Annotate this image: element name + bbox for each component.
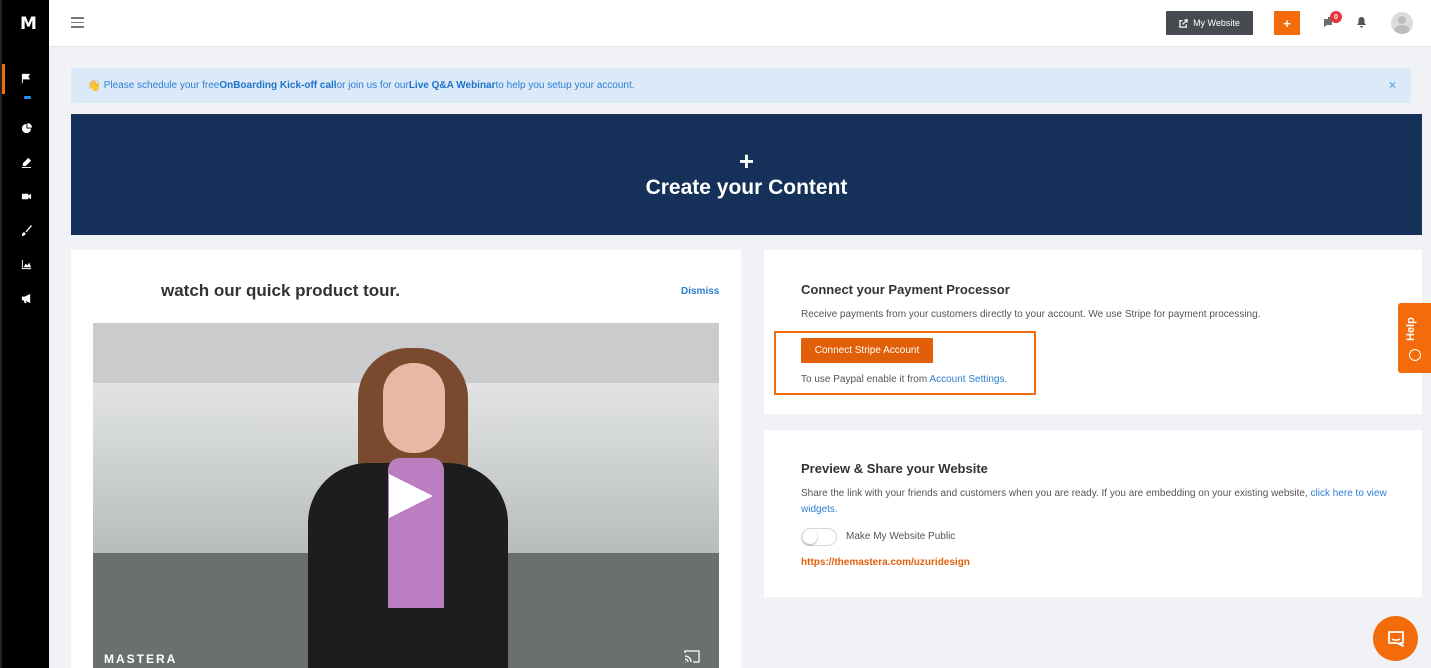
preview-description-text: Share the link with your friends and cus…: [801, 488, 1311, 499]
add-button[interactable]: +: [1274, 11, 1300, 35]
top-bar: My Website + 0: [49, 0, 1431, 47]
sidebar-item-video[interactable]: [2, 184, 51, 208]
notice-prefix: Please schedule your free: [103, 80, 220, 91]
website-url-link[interactable]: https://themastera.com/uzuridesign: [801, 557, 970, 568]
video-watermark: MASTERA: [104, 652, 178, 666]
bell-icon[interactable]: [1356, 16, 1367, 28]
help-tab[interactable]: Help: [1398, 303, 1431, 373]
active-dash: [24, 96, 31, 99]
product-tour-card: watch our quick product tour. Dismiss MA…: [71, 250, 741, 668]
sidebar: M: [0, 0, 49, 668]
area-chart-icon: [21, 259, 32, 269]
create-content-title: Create your Content: [645, 175, 848, 199]
onboarding-call-link[interactable]: OnBoarding Kick-off call: [219, 80, 336, 91]
sidebar-item-design[interactable]: [2, 218, 51, 242]
sidebar-item-analytics[interactable]: [2, 252, 51, 276]
play-icon[interactable]: [389, 474, 433, 518]
flag-icon: [21, 73, 31, 83]
payment-title: Connect your Payment Processor: [801, 282, 1010, 297]
wave-icon: 👋: [87, 80, 101, 92]
webinar-link[interactable]: Live Q&A Webinar: [409, 80, 496, 91]
product-tour-title: watch our quick product tour.: [161, 281, 400, 300]
create-content-banner[interactable]: + Create your Content: [71, 114, 1422, 235]
public-website-toggle[interactable]: [801, 528, 837, 546]
notice-suffix: to help you setup your account.: [495, 80, 635, 91]
preview-share-card: Preview & Share your Website Share the l…: [764, 430, 1422, 597]
chat-launcher-button[interactable]: [1373, 616, 1418, 661]
paypal-note: To use Paypal enable it from Account Set…: [801, 374, 1007, 385]
payment-description: Receive payments from your customers dir…: [801, 309, 1261, 320]
video-icon: [21, 193, 32, 199]
close-icon[interactable]: ×: [1389, 78, 1396, 92]
chat-bubble-icon: [1387, 630, 1404, 647]
pie-chart-icon: [21, 122, 32, 133]
pen-icon: [21, 157, 32, 168]
external-link-icon: [1179, 18, 1188, 28]
paypal-note-text: To use Paypal enable it from: [801, 374, 930, 385]
dismiss-link[interactable]: Dismiss: [681, 286, 719, 297]
notice-middle: or join us for our: [336, 80, 409, 91]
cast-icon[interactable]: [684, 650, 700, 663]
my-website-label: My Website: [1193, 18, 1240, 28]
preview-title: Preview & Share your Website: [801, 461, 988, 476]
my-website-button[interactable]: My Website: [1166, 11, 1253, 35]
chat-badge: 0: [1330, 11, 1342, 23]
avatar[interactable]: [1391, 12, 1413, 34]
preview-description: Share the link with your friends and cus…: [801, 486, 1401, 518]
account-settings-link[interactable]: Account Settings.: [929, 374, 1007, 385]
sidebar-item-edit[interactable]: [2, 150, 51, 174]
smile-icon: [1409, 349, 1421, 361]
connect-stripe-button[interactable]: Connect Stripe Account: [801, 338, 933, 363]
sidebar-item-marketing[interactable]: [2, 286, 51, 310]
brush-icon: [21, 224, 32, 236]
megaphone-icon: [21, 293, 31, 303]
onboarding-notice: 👋 Please schedule your free OnBoarding K…: [71, 68, 1411, 103]
help-label: Help: [1405, 317, 1417, 341]
sidebar-item-stats[interactable]: [2, 116, 51, 140]
menu-toggle-icon[interactable]: [71, 17, 84, 28]
public-website-label: Make My Website Public: [846, 531, 956, 542]
app-logo[interactable]: M: [20, 14, 37, 34]
product-tour-video[interactable]: MASTERA: [93, 323, 719, 668]
plus-icon: +: [738, 145, 755, 176]
sidebar-item-flag[interactable]: [2, 66, 51, 90]
